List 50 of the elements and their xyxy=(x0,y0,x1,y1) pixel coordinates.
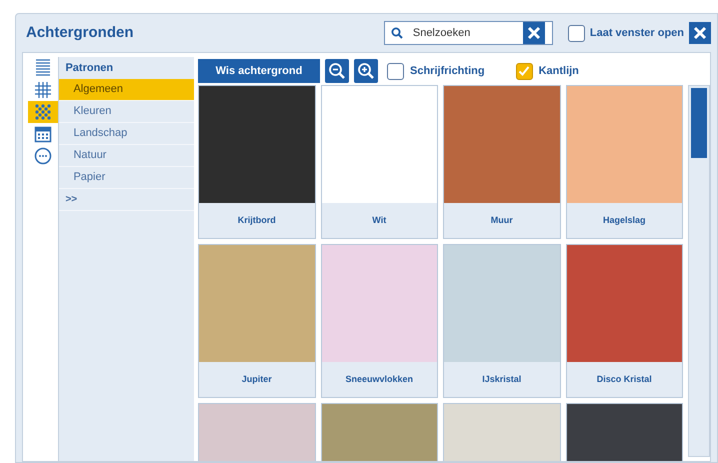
background-tile[interactable]: Disco Kristal xyxy=(566,244,683,398)
category-item[interactable]: Kleuren xyxy=(59,101,194,123)
keep-open-checkbox[interactable] xyxy=(568,24,585,42)
background-tile[interactable]: Hagelslag xyxy=(566,85,683,239)
view-tab[interactable] xyxy=(28,101,58,123)
tile-label: IJskristal xyxy=(481,372,522,386)
close-icon xyxy=(693,26,707,40)
search-input[interactable]: Snelzoeken xyxy=(412,24,523,42)
tile-label: Krijtbord xyxy=(236,214,277,227)
background-tile[interactable]: Sneeuwvlokken xyxy=(320,244,438,398)
keep-open-label: Laat venster open xyxy=(590,26,684,41)
tile-label: Jupiter xyxy=(240,372,273,386)
more-categories-button[interactable]: >> xyxy=(59,189,194,211)
tile-label: Sneeuwvlokken xyxy=(344,372,414,386)
background-tile[interactable]: IJskristal xyxy=(443,244,560,398)
scrollbar-thumb[interactable] xyxy=(691,88,707,158)
tile-label: Hagelslag xyxy=(602,214,647,227)
list-icon xyxy=(34,59,52,77)
clear-search-button[interactable] xyxy=(522,22,545,44)
close-icon xyxy=(526,26,541,40)
search-icon xyxy=(390,27,403,39)
dots-pattern-icon xyxy=(34,103,52,121)
background-tile[interactable]: Krijtbord xyxy=(198,85,316,239)
calendar-icon xyxy=(34,125,52,143)
option-label: Schrijfrichting xyxy=(410,64,485,79)
zoom-in-icon xyxy=(357,62,375,80)
category-item[interactable]: Algemeen xyxy=(59,79,194,101)
tile-label: Disco Kristal xyxy=(596,372,653,386)
category-item[interactable]: Papier xyxy=(59,167,194,189)
checkmark-icon xyxy=(518,65,530,77)
close-window-button[interactable] xyxy=(689,22,711,44)
zoom-out-button[interactable] xyxy=(325,59,349,83)
option-checkbox[interactable] xyxy=(516,62,533,80)
clear-background-button[interactable]: Wis achtergrond xyxy=(198,59,320,83)
tile-label: Muur xyxy=(490,214,514,227)
option-label: Kantlijn xyxy=(538,64,579,79)
zoom-in-button[interactable] xyxy=(354,59,378,83)
search-field[interactable]: Snelzoeken xyxy=(384,21,553,45)
more-icon xyxy=(34,147,52,165)
category-item[interactable]: Landschap xyxy=(59,123,194,145)
category-heading: Patronen xyxy=(64,60,114,76)
option-checkbox[interactable] xyxy=(387,62,404,80)
tile-label: Wit xyxy=(371,214,388,227)
grid-icon xyxy=(34,81,52,99)
category-item[interactable]: Natuur xyxy=(59,145,194,167)
background-tile[interactable]: Wit xyxy=(320,85,438,239)
zoom-out-icon xyxy=(328,62,346,80)
window-title: Achtergronden xyxy=(26,22,134,43)
background-tile[interactable]: Muur xyxy=(443,85,560,239)
background-tile[interactable]: Jupiter xyxy=(198,244,316,398)
